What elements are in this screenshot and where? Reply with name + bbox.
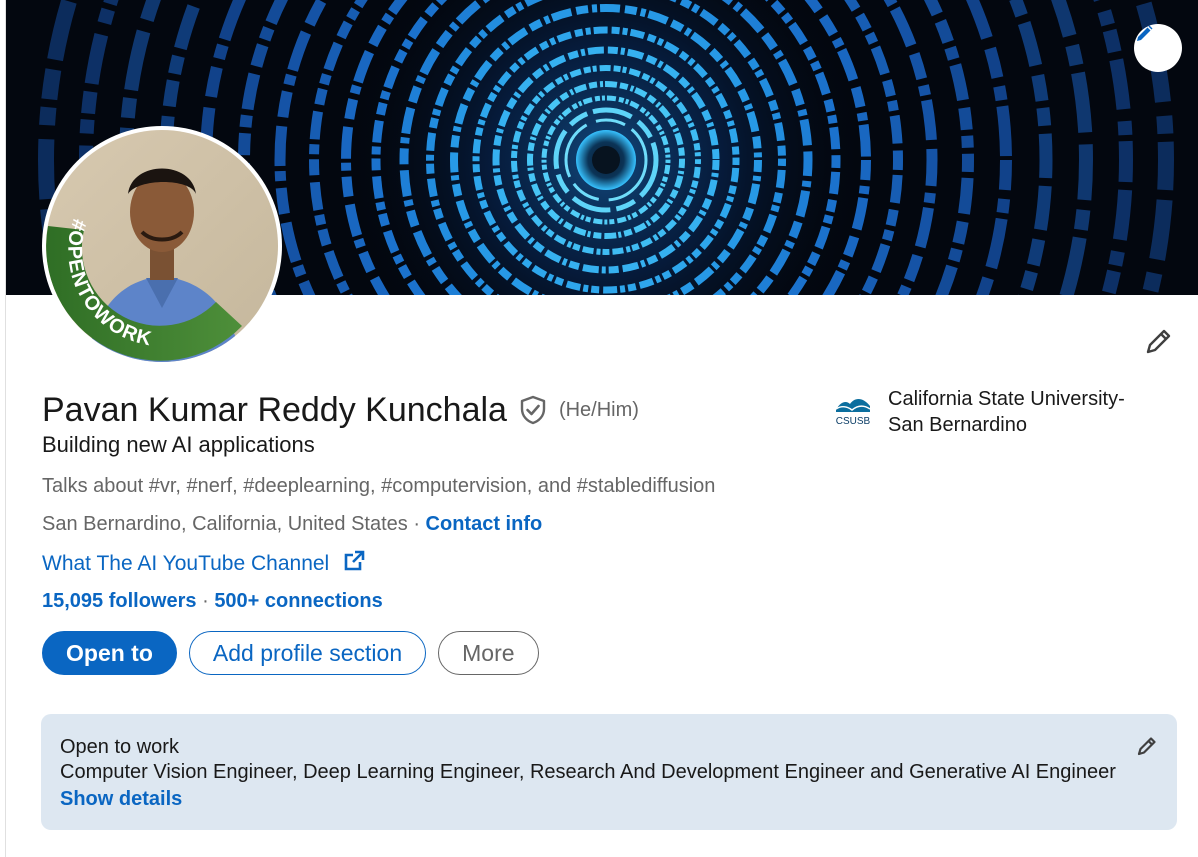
svg-text:CSUSB: CSUSB (836, 416, 871, 427)
pencil-icon (1142, 326, 1174, 363)
csusb-logo: CSUSB (832, 390, 874, 430)
connections-link[interactable]: 500+ connections (214, 590, 382, 612)
profile-actions: Open to Add profile section More (42, 631, 539, 675)
more-button[interactable]: More (438, 631, 539, 675)
education-name: California State University- San Bernard… (888, 386, 1125, 438)
avatar[interactable]: #OPENTOWORK (42, 126, 282, 366)
separator: · (407, 513, 426, 535)
location-row: San Bernardino, California, United State… (42, 513, 542, 536)
name-row: Pavan Kumar Reddy Kunchala (He/Him) (42, 388, 639, 432)
followers-link[interactable]: 15,095 followers (42, 590, 197, 612)
shield-check-icon[interactable] (519, 395, 547, 425)
separator: · (202, 590, 215, 612)
profile-name: Pavan Kumar Reddy Kunchala (42, 390, 507, 429)
website-link[interactable]: What The AI YouTube Channel (42, 550, 365, 578)
show-details-link[interactable]: Show details (60, 788, 182, 811)
education-name-line2: San Bernardino (888, 414, 1027, 436)
open-to-work-title: Open to work (60, 736, 179, 758)
profile-card: #OPENTOWORK Pavan Kumar Reddy Kunchala (… (5, 0, 1198, 857)
talks-about: Talks about #vr, #nerf, #deeplearning, #… (42, 475, 716, 497)
network-stats: 15,095 followers · 500+ connections (42, 590, 383, 613)
open-to-work-card: Open to work Computer Vision Engineer, D… (41, 714, 1177, 830)
open-to-work-edit-button[interactable] (1133, 734, 1161, 762)
contact-info-link[interactable]: Contact info (426, 513, 543, 535)
pronouns: (He/Him) (558, 398, 639, 421)
education-name-line1: California State University- (888, 388, 1125, 410)
profile-edit-button[interactable] (1138, 326, 1178, 362)
open-to-work-roles: Computer Vision Engineer, Deep Learning … (60, 761, 1116, 783)
banner-edit-button[interactable] (1134, 24, 1182, 72)
location: San Bernardino, California, United State… (42, 513, 408, 535)
avatar-photo: #OPENTOWORK (46, 130, 278, 362)
website-label: What The AI YouTube Channel (42, 552, 330, 575)
education-item[interactable]: CSUSB California State University- San B… (832, 386, 1172, 438)
external-link-icon (343, 550, 365, 578)
pencil-icon (1135, 734, 1159, 763)
add-profile-section-button[interactable]: Add profile section (188, 631, 427, 675)
open-to-button[interactable]: Open to (42, 631, 177, 675)
profile-headline: Building new AI applications (42, 432, 315, 457)
